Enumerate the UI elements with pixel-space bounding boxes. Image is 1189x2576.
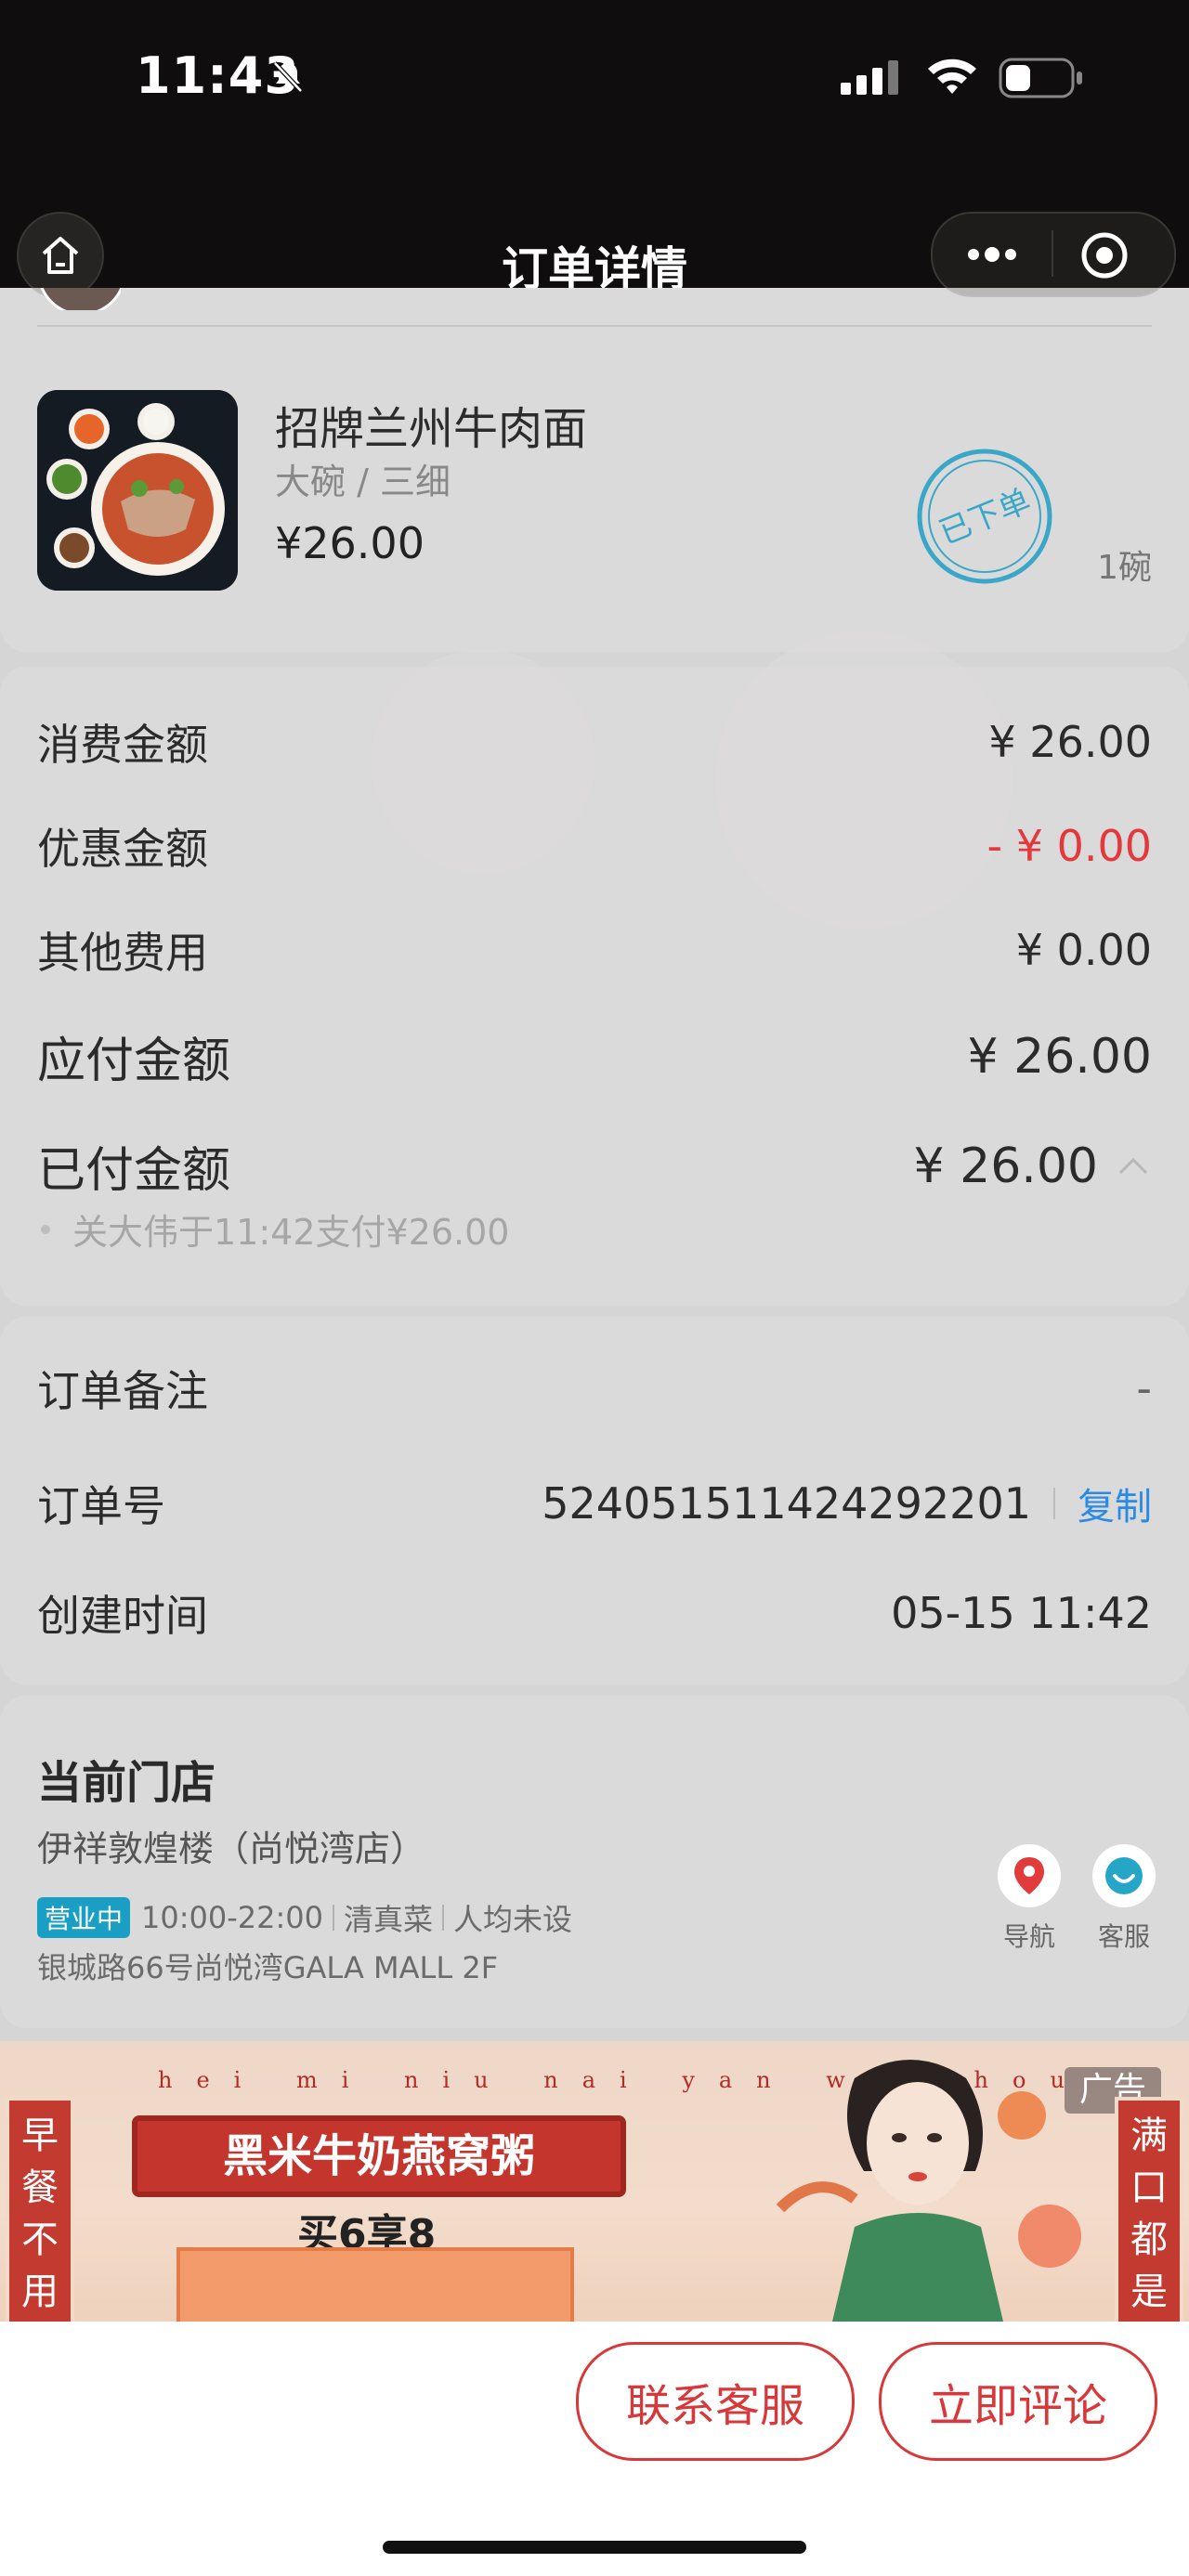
payment-record-text: 关大伟于11:42支付¥26.00 [72,1212,510,1253]
store-hours: 10:00-22:00 [141,1900,323,1935]
dish-image[interactable] [37,390,238,591]
avatar [37,288,121,310]
order-remark-value: - [1136,1363,1152,1413]
discount-amount-row: 优惠金额 - ¥ 0.00 [37,815,1152,877]
order-number-value: 524051511424292201 [542,1478,1031,1529]
review-now-button[interactable]: 立即评论 [879,2342,1157,2461]
navigate-button[interactable]: 导航 [990,1844,1068,1954]
advertisement-banner[interactable]: 早餐不用 hei mi niu nai yan wo zhou 黑米牛奶燕窝粥 … [0,2041,1189,2322]
created-time-row: 创建时间 05-15 11:42 [37,1582,1152,1644]
order-remark-row: 订单备注 - [37,1358,1152,1419]
signal-icon [841,60,898,95]
payable-value: ¥ 26.00 [967,1028,1152,1085]
product-box-picture [176,2247,574,2322]
bell-slash-icon [273,61,303,93]
contact-service-button[interactable]: 联系客服 [576,2342,855,2461]
store-address: 银城路66号尚悦湾GALA MALL 2F [37,1950,499,1985]
bottom-action-bar: 联系客服 立即评论 [0,2322,1189,2576]
consume-label: 消费金额 [37,720,208,770]
status-bar: 11:43 [0,0,1189,167]
illustration-lady-picture [776,2060,1081,2322]
store-section-title: 当前门店 [37,1757,216,1809]
wifi-icon [928,59,976,94]
ad-right-text: 满口都是 [1130,2114,1168,2313]
separator [442,1905,445,1931]
ad-left-text: 早餐不用 [21,2114,59,2313]
home-indicator[interactable] [383,2541,806,2554]
amounts-card: 消费金额 ¥ 26.00 优惠金额 - ¥ 0.00 其他费用 ¥ 0.00 应… [0,667,1189,1306]
payable-label: 应付金额 [37,1034,231,1089]
ad-title: 黑米牛奶燕窝粥 [132,2115,626,2197]
chevron-up-icon[interactable] [1115,1152,1152,1180]
ad-left-scroll: 早餐不用 [6,2097,74,2322]
separator [1053,1488,1055,1519]
copy-button[interactable]: 复制 [1078,1477,1152,1530]
ordered-stamp: 已下单 [917,449,1052,584]
order-info-card: 订单备注 - 订单号 524051511424292201 复制 创建时间 05… [0,1317,1189,1685]
customer-service-button[interactable]: 客服 [1085,1844,1163,1954]
dish-card: 招牌兰州牛肉面 大碗 / 三细 ¥26.00 已下单 1碗 [0,288,1189,652]
other-fee-label: 其他费用 [37,928,208,978]
dish-name: 招牌兰州牛肉面 [275,403,588,455]
ad-right-scroll: 满口都是 [1115,2097,1183,2322]
bullet-dot [41,1224,50,1234]
order-number-row: 订单号 524051511424292201 复制 [37,1473,1152,1534]
dish-spec: 大碗 / 三细 [275,462,451,502]
service-circle[interactable] [1092,1844,1156,1907]
discount-value: - ¥ 0.00 [986,821,1152,871]
dish-price: ¥26.00 [275,518,425,568]
paid-amount-row[interactable]: 已付金额 ¥ 26.00 [37,1131,1152,1201]
paid-label: 已付金额 [37,1143,231,1199]
store-meta: 营业中 10:00-22:00 清真菜 人均未设 [37,1896,572,1939]
close-miniprogram-icon[interactable] [1079,230,1130,280]
store-name[interactable]: 伊祥敦煌楼（尚悦湾店） [37,1820,425,1871]
consume-amount-row: 消费金额 ¥ 26.00 [37,711,1152,773]
mini-program-capsule [931,212,1176,297]
battery-icon [999,58,1082,98]
created-time-value: 05-15 11:42 [891,1588,1152,1638]
service-label: 客服 [1097,1921,1150,1952]
order-number-label: 订单号 [37,1481,165,1531]
order-remark-label: 订单备注 [37,1366,208,1416]
store-avg-price: 人均未设 [453,1902,573,1937]
other-fee-row: 其他费用 ¥ 0.00 [37,919,1152,981]
store-card: 当前门店 伊祥敦煌楼（尚悦湾店） 营业中 10:00-22:00 清真菜 人均未… [0,1696,1189,2028]
navigate-label: 导航 [1002,1921,1055,1952]
noodle-bowl-picture [37,390,238,591]
store-category: 清真菜 [344,1902,434,1937]
chat-icon [1105,1857,1143,1894]
other-fee-value: ¥ 0.00 [1015,925,1152,975]
status-badge: 营业中 [37,1897,131,1938]
payment-record: 关大伟于11:42支付¥26.00 [41,1203,509,1255]
more-icon[interactable] [964,238,1020,271]
card-divider [37,325,1152,327]
stamp-text: 已下单 [934,482,1037,552]
discount-label: 优惠金额 [37,824,208,874]
payable-amount-row: 应付金额 ¥ 26.00 [37,1021,1152,1091]
capsule-divider [1052,230,1053,277]
navigate-circle[interactable] [998,1844,1061,1907]
paid-value: ¥ 26.00 [913,1138,1098,1194]
consume-value: ¥ 26.00 [988,717,1152,767]
created-time-label: 创建时间 [37,1591,208,1641]
navigation-bar: 订单详情 [0,167,1189,299]
dish-quantity: 1碗 [1097,549,1152,587]
location-pin-icon [1014,1857,1044,1894]
separator [333,1905,334,1931]
